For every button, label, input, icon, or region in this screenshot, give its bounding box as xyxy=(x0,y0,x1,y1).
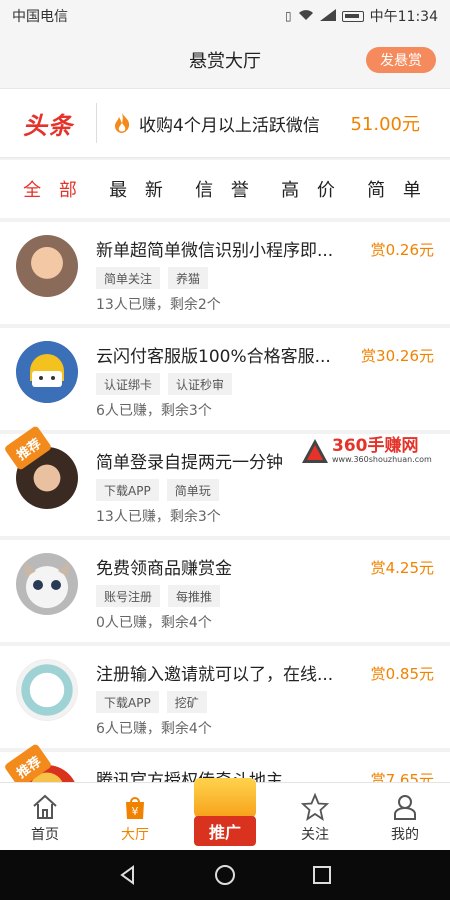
task-reward: 赏4.25元 xyxy=(370,559,434,577)
promo-label: 推广 xyxy=(194,816,256,846)
task-tag: 认证绑卡 xyxy=(96,373,161,395)
tab-simple[interactable]: 简 单 xyxy=(367,176,427,202)
task-reward: 赏0.26元 xyxy=(370,241,434,259)
tab-reputation[interactable]: 信 誉 xyxy=(195,176,255,202)
back-icon[interactable] xyxy=(117,864,139,886)
signal-icon xyxy=(319,8,336,24)
nav-hall[interactable]: ¥ 大厅 xyxy=(90,783,180,850)
task-tag: 认证秒审 xyxy=(168,373,233,395)
task-title: 云闪付客服版100%合格客服... xyxy=(96,347,331,367)
nav-mine-label: 我的 xyxy=(391,827,419,843)
tab-latest[interactable]: 最 新 xyxy=(109,176,169,202)
avatar xyxy=(16,341,78,403)
task-tag: 养猫 xyxy=(168,267,209,289)
banner-amount: 51.00元 xyxy=(350,114,420,135)
avatar xyxy=(16,235,78,297)
nav-follow[interactable]: 关注 xyxy=(270,783,360,850)
carrier-label: 中国电信 xyxy=(12,9,68,25)
task-stats: 13人已赚，剩余3个 xyxy=(96,509,221,525)
task-item[interactable]: 注册输入邀请就可以了，在线... 赏0.85元 下载APP 挖矿 6人已赚，剩余… xyxy=(0,646,450,748)
nav-follow-label: 关注 xyxy=(301,827,329,843)
task-stats: 13人已赚，剩余2个 xyxy=(96,297,221,313)
nav-home-label: 首页 xyxy=(31,827,59,843)
task-stats: 0人已赚，剩余4个 xyxy=(96,615,212,631)
banner-divider xyxy=(96,103,97,143)
task-tag: 下载APP xyxy=(96,691,159,713)
featured-banner[interactable]: 头条 收购4个月以上活跃微信 51.00元 xyxy=(0,88,450,158)
user-icon xyxy=(394,795,416,820)
nav-hall-label: 大厅 xyxy=(121,827,149,843)
task-tag: 每推推 xyxy=(168,585,221,607)
watermark-logo-icon xyxy=(302,439,328,463)
star-icon xyxy=(300,792,330,821)
task-list: 新单超简单微信识别小程序即... 赏0.26元 简单关注 养猫 13人已赚，剩余… xyxy=(0,222,450,858)
task-stats: 6人已赚，剩余4个 xyxy=(96,721,212,737)
task-tag: 简单玩 xyxy=(166,479,219,501)
tab-high-price[interactable]: 高 价 xyxy=(281,176,341,202)
task-item[interactable]: 免费领商品赚赏金 赏4.25元 账号注册 每推推 0人已赚，剩余4个 xyxy=(0,540,450,642)
bag-icon: ¥ xyxy=(126,797,144,819)
tab-all[interactable]: 全 部 xyxy=(23,176,83,202)
task-item[interactable]: 新单超简单微信识别小程序即... 赏0.26元 简单关注 养猫 13人已赚，剩余… xyxy=(0,222,450,324)
page-title: 悬赏大厅 xyxy=(189,51,261,72)
task-tag: 下载APP xyxy=(96,479,159,501)
wifi-icon xyxy=(298,9,314,24)
nav-mine[interactable]: 我的 xyxy=(360,783,450,850)
vibrate-icon: ▯ xyxy=(285,9,292,23)
task-title: 新单超简单微信识别小程序即... xyxy=(96,241,334,261)
recent-apps-icon[interactable] xyxy=(311,864,333,886)
status-bar: 中国电信 ▯ 中午11:34 xyxy=(0,0,450,32)
task-reward: 赏30.26元 xyxy=(361,347,434,365)
home-icon xyxy=(33,794,57,819)
svg-text:¥: ¥ xyxy=(132,805,139,818)
home-circle-icon[interactable] xyxy=(214,864,236,886)
banner-text: 收购4个月以上活跃微信 xyxy=(139,115,320,136)
post-reward-button[interactable]: 发悬赏 xyxy=(366,47,436,73)
battery-icon xyxy=(341,10,364,22)
watermark-sub: www.360shouzhuan.com xyxy=(332,455,432,464)
avatar xyxy=(16,659,78,721)
promote-button[interactable]: 推广 xyxy=(190,776,260,848)
toutiao-logo: 头条 xyxy=(23,111,73,140)
clock-label: 中午11:34 xyxy=(369,9,438,25)
task-tag: 简单关注 xyxy=(96,267,161,289)
fire-icon xyxy=(115,113,130,133)
filter-tabs: 全 部 最 新 信 誉 高 价 简 单 xyxy=(0,160,450,218)
header: 悬赏大厅 发悬赏 xyxy=(0,32,450,88)
task-tag: 账号注册 xyxy=(96,585,161,607)
watermark: 360手赚网 www.360shouzhuan.com xyxy=(300,433,450,469)
task-item[interactable]: 云闪付客服版100%合格客服... 赏30.26元 认证绑卡 认证秒审 6人已赚… xyxy=(0,328,450,430)
task-title: 注册输入邀请就可以了，在线... xyxy=(96,665,334,685)
promo-image xyxy=(194,778,256,818)
nav-home[interactable]: 首页 xyxy=(0,783,90,850)
task-tag: 挖矿 xyxy=(166,691,207,713)
system-nav-bar xyxy=(0,850,450,900)
task-stats: 6人已赚，剩余3个 xyxy=(96,403,212,419)
task-reward: 赏0.85元 xyxy=(370,665,434,683)
watermark-main: 360手赚网 xyxy=(332,436,419,456)
task-title: 免费领商品赚赏金 xyxy=(96,559,232,579)
avatar xyxy=(16,553,78,615)
